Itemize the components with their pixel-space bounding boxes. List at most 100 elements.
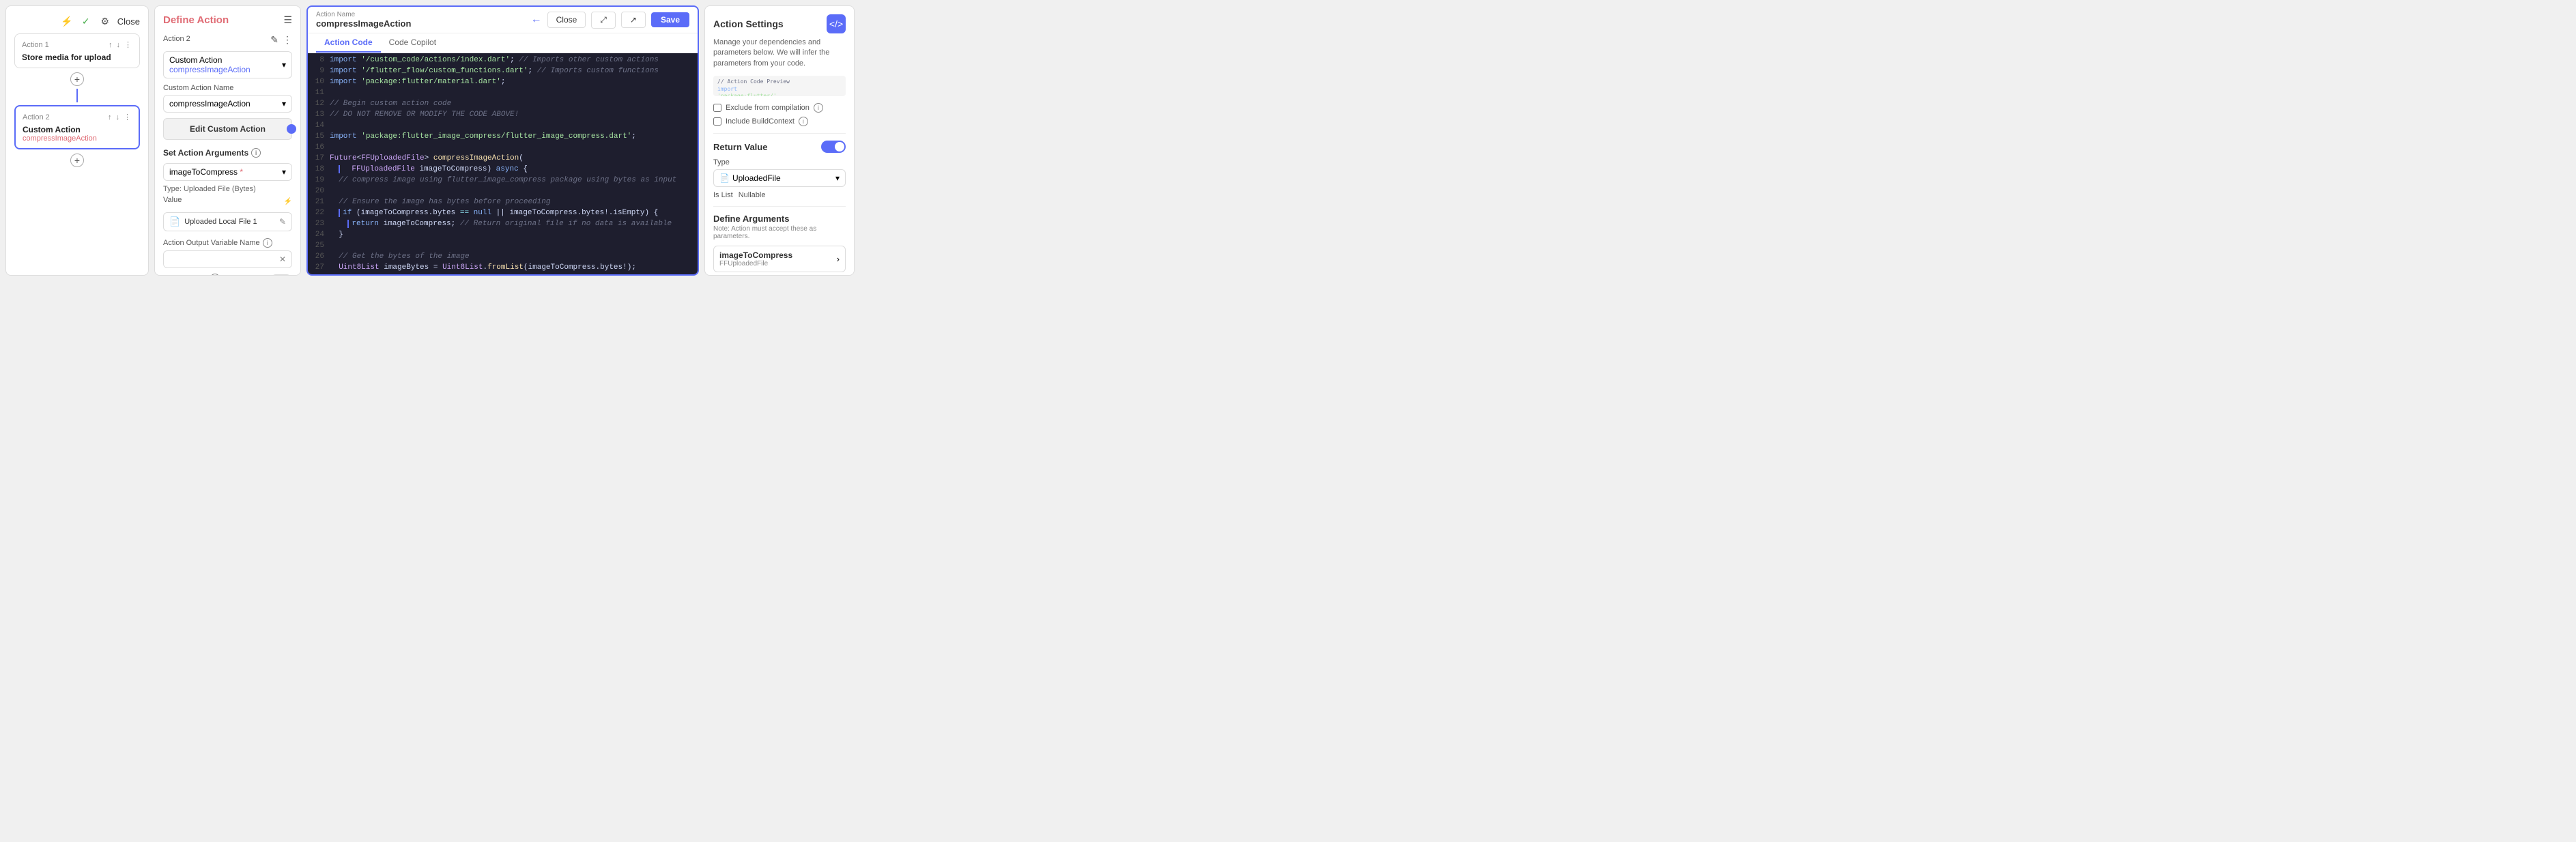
code-header-buttons: ← Close ⤢ ↗ Save <box>531 12 689 29</box>
connector-dot <box>287 124 296 134</box>
code-editor-content[interactable]: 8 import '/custom_code/actions/index.dar… <box>308 53 698 274</box>
action-node-2-up[interactable]: ↑ <box>107 112 113 122</box>
action-node-2-sub: compressImageAction <box>23 134 132 143</box>
action2-edit-icon[interactable]: ✎ <box>270 34 278 46</box>
custom-action-name-label: Custom Action Name <box>163 84 292 92</box>
action-node-1-up[interactable]: ↑ <box>108 40 113 50</box>
dropdown-chevron-icon2: ▾ <box>282 99 286 108</box>
arg-required-star: * <box>240 167 243 177</box>
back-icon[interactable]: ← <box>531 14 542 26</box>
type-options-row: Is List Nullable <box>713 191 846 199</box>
action-node-2[interactable]: Action 2 ↑ ↓ ⋮ Custom Action compressIma… <box>14 105 140 149</box>
custom-action-type-dropdown[interactable]: Custom Action compressImageAction ▾ <box>163 51 292 78</box>
code-line-11: 11 <box>308 89 698 100</box>
include-buildcontext-checkbox[interactable] <box>713 117 721 126</box>
arg-imagetocompress-dropdown[interactable]: imageToCompress * ▾ <box>163 163 292 181</box>
define-panel-icon-btn[interactable]: ☰ <box>283 14 292 26</box>
code-line-15: 15 import 'package:flutter_image_compres… <box>308 132 698 143</box>
type-label: Type <box>713 158 846 166</box>
code-line-13: 13 // DO NOT REMOVE OR MODIFY THE CODE A… <box>308 111 698 121</box>
include-buildcontext-row[interactable]: Include BuildContext i <box>713 117 846 126</box>
value-row: Value ⚡ <box>163 196 292 207</box>
code-line-17: 17 Future<FFUploadedFile> compressImageA… <box>308 154 698 165</box>
action-node-2-menu[interactable]: ⋮ <box>123 112 132 122</box>
code-line-12: 12 // Begin custom action code <box>308 100 698 111</box>
check-icon[interactable]: ✓ <box>79 14 93 28</box>
return-value-toggle[interactable] <box>821 141 846 153</box>
action-settings-panel: Action Settings </> Manage your dependen… <box>704 5 855 276</box>
tab-code-copilot[interactable]: Code Copilot <box>381 33 444 53</box>
non-blocking-label: Non-Blocking i <box>163 274 220 276</box>
action-name-value: compressImageAction <box>316 18 411 29</box>
external-link-button[interactable]: ↗ <box>621 12 646 28</box>
settings-description: Manage your dependencies and parameters … <box>713 38 846 69</box>
action-name-label: Action Name <box>316 11 411 18</box>
nullable-option[interactable]: Nullable <box>739 191 766 199</box>
save-button[interactable]: Save <box>651 12 689 27</box>
define-args-section: Define Arguments Note: Action must accep… <box>713 214 846 272</box>
action-node-1-down[interactable]: ↓ <box>116 40 121 50</box>
arg-type-label: Type: Uploaded File (Bytes) <box>163 185 292 193</box>
uploaded-file-row: 📄 Uploaded Local File 1 ✎ <box>163 212 292 231</box>
add-between-actions-button[interactable]: + <box>70 72 84 86</box>
action-node-2-down[interactable]: ↓ <box>115 112 121 122</box>
arg-item-imagetocompress[interactable]: imageToCompress FFUploadedFile › <box>713 246 846 272</box>
code-line-18: 18 FFUploadedFile imageToCompress) async… <box>308 165 698 176</box>
uploaded-file-icon: 📄 <box>719 173 730 183</box>
custom-action-name-dropdown[interactable]: compressImageAction ▾ <box>163 95 292 113</box>
action-node-1-menu[interactable]: ⋮ <box>124 40 132 50</box>
edit-custom-action-button[interactable]: Edit Custom Action <box>163 118 292 140</box>
code-line-16: 16 <box>308 143 698 154</box>
exclude-compilation-row[interactable]: Exclude from compilation i <box>713 103 846 113</box>
define-args-note: Note: Action must accept these as parame… <box>713 225 846 240</box>
output-clear-btn[interactable]: ✕ <box>279 255 286 264</box>
edit-file-button[interactable]: ✎ <box>279 217 286 227</box>
gear-icon[interactable]: ⚙ <box>98 14 112 28</box>
uploaded-file-label: Uploaded Local File 1 <box>184 218 257 226</box>
code-tabs: Action Code Code Copilot <box>308 33 698 53</box>
file-icon: 📄 <box>169 216 180 227</box>
code-line-27: 27 Uint8List imageBytes = Uint8List.from… <box>308 263 698 274</box>
divider-1 <box>713 133 846 134</box>
code-line-22: 22 if (imageToCompress.bytes == null || … <box>308 209 698 220</box>
action-node-1[interactable]: Action 1 ↑ ↓ ⋮ Store media for upload <box>14 33 140 68</box>
output-variable-input[interactable]: ✕ <box>163 250 292 268</box>
define-panel-header: Define Action ☰ <box>163 14 292 26</box>
action-node-2-name: Custom Action <box>23 125 132 134</box>
settings-code-icon[interactable]: </> <box>827 14 846 33</box>
return-value-title: Return Value <box>713 142 767 152</box>
set-action-args-label: Set Action Arguments <box>163 148 248 158</box>
tab-action-code[interactable]: Action Code <box>316 33 381 53</box>
set-action-args-info-icon[interactable]: i <box>251 148 261 158</box>
action-node-2-header: Action 2 ↑ ↓ ⋮ <box>23 112 132 122</box>
expand-button[interactable]: ⤢ <box>591 12 616 29</box>
code-line-10: 10 import 'package:flutter/material.dart… <box>308 78 698 89</box>
code-editor-panel: Action Name compressImageAction ← Close … <box>306 5 699 276</box>
code-line-20: 20 <box>308 187 698 198</box>
exclude-info-icon[interactable]: i <box>814 103 823 113</box>
non-blocking-info-icon[interactable]: i <box>210 274 220 276</box>
include-buildcontext-label: Include BuildContext <box>726 117 795 126</box>
code-line-9: 9 import '/flutter_flow/custom_functions… <box>308 67 698 78</box>
type-value: UploadedFile <box>732 173 781 183</box>
code-line-24: 24 } <box>308 231 698 242</box>
output-info-icon[interactable]: i <box>263 238 272 248</box>
is-list-option[interactable]: Is List <box>713 191 733 199</box>
flow-toolbar: ⚡ ✓ ⚙ Close <box>14 14 140 28</box>
add-after-action2-button[interactable]: + <box>70 154 84 167</box>
action-node-2-title: Action 2 <box>23 113 50 121</box>
bolt-icon[interactable]: ⚡ <box>60 14 74 28</box>
non-blocking-toggle[interactable] <box>270 274 292 276</box>
action2-section-row: Action 2 ✎ ⋮ <box>163 34 292 46</box>
code-close-button[interactable]: Close <box>547 12 586 28</box>
action-name-block: Action Name compressImageAction <box>316 11 411 29</box>
flow-editor-panel: ⚡ ✓ ⚙ Close Action 1 ↑ ↓ ⋮ Store media f… <box>5 5 149 276</box>
action2-menu-icon[interactable]: ⋮ <box>283 34 292 46</box>
buildcontext-info-icon[interactable]: i <box>799 117 808 126</box>
flow-close-button[interactable]: Close <box>117 14 140 28</box>
type-value-dropdown[interactable]: 📄 UploadedFile ▾ <box>713 169 846 187</box>
exclude-compilation-checkbox[interactable] <box>713 104 721 112</box>
define-action-panel: Define Action ☰ Action 2 ✎ ⋮ Custom Acti… <box>154 5 301 276</box>
custom-action-name-value: compressImageAction <box>169 99 251 108</box>
action-node-1-controls: ↑ ↓ ⋮ <box>108 40 132 50</box>
